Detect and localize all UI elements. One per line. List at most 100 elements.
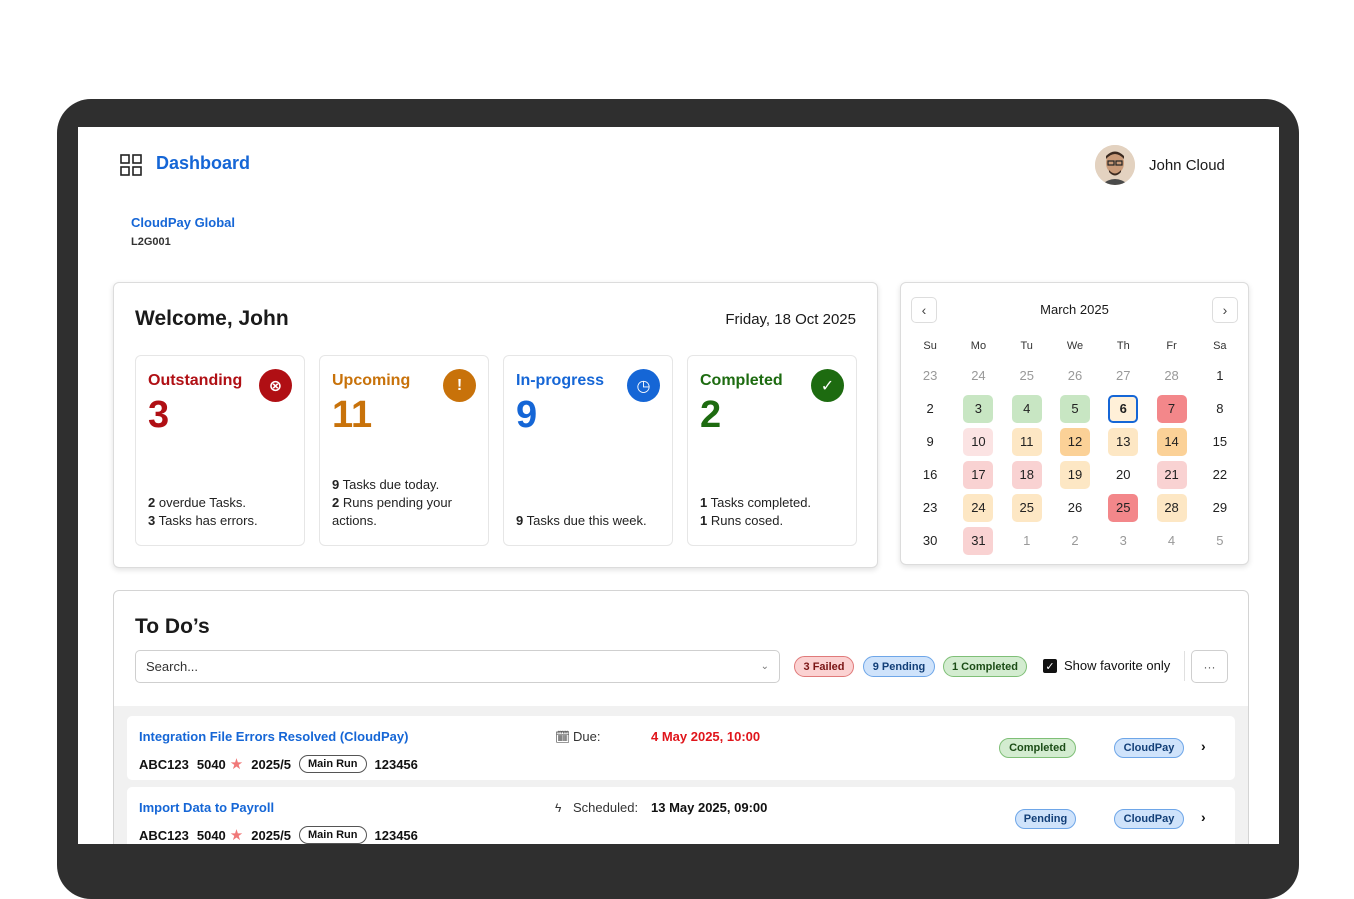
- calendar-week: 23 24 25 26 27 28 1: [906, 359, 1244, 392]
- org-name[interactable]: CloudPay Global: [131, 215, 235, 230]
- check-circle-icon: ✓: [811, 369, 844, 402]
- stat-line: 2 overdue Tasks.: [148, 494, 294, 512]
- calendar-cell: 25: [1003, 362, 1051, 390]
- calendar-day[interactable]: 24: [963, 494, 993, 522]
- calendar-day[interactable]: 21: [1157, 461, 1187, 489]
- calendar-cell: 1: [1003, 527, 1051, 555]
- task-number: 5040: [197, 757, 226, 772]
- calendar-day[interactable]: 25: [1012, 362, 1042, 390]
- calendar-day[interactable]: 16: [915, 461, 945, 489]
- calendar-cell: 1: [1196, 362, 1244, 390]
- calendar-day[interactable]: 22: [1205, 461, 1235, 489]
- todo-title: To Do’s: [135, 615, 210, 639]
- chevron-down-icon[interactable]: ⌄: [761, 661, 769, 672]
- favorite-checkbox[interactable]: ✓: [1043, 659, 1057, 673]
- stat-card-outstanding[interactable]: Outstanding3⊗2 overdue Tasks.3 Tasks has…: [135, 355, 305, 546]
- calendar-day[interactable]: 3: [963, 395, 993, 423]
- stat-count: 2: [700, 394, 721, 437]
- stat-line-text: Tasks has errors.: [155, 513, 257, 528]
- calendar-cell: 4: [1147, 527, 1195, 555]
- stat-title: Outstanding: [148, 372, 242, 390]
- calendar-cell: 24: [954, 362, 1002, 390]
- calendar-day[interactable]: 17: [963, 461, 993, 489]
- task-title[interactable]: Import Data to Payroll: [139, 800, 274, 815]
- filter-pending[interactable]: 9 Pending: [863, 656, 935, 677]
- calendar-day[interactable]: 13: [1108, 428, 1138, 456]
- calendar-cell: 29: [1196, 494, 1244, 522]
- stat-line: 3 Tasks has errors.: [148, 512, 294, 530]
- calendar-day[interactable]: 30: [915, 527, 945, 555]
- calendar-cell: 9: [906, 428, 954, 456]
- calendar-cell: 8: [1196, 395, 1244, 423]
- stat-line-text: Runs pending your actions.: [332, 495, 452, 528]
- calendar-day[interactable]: 10: [963, 428, 993, 456]
- calendar-day[interactable]: 8: [1205, 395, 1235, 423]
- calendar-day[interactable]: 19: [1060, 461, 1090, 489]
- calendar-cell: 2: [906, 395, 954, 423]
- calendar-day[interactable]: 4: [1012, 395, 1042, 423]
- grid-icon[interactable]: [120, 154, 142, 176]
- calendar-day[interactable]: 26: [1060, 494, 1090, 522]
- page-title[interactable]: Dashboard: [156, 153, 250, 174]
- calendar-day[interactable]: 28: [1157, 362, 1187, 390]
- calendar-day[interactable]: 2: [1060, 527, 1090, 555]
- calendar-day[interactable]: 1: [1012, 527, 1042, 555]
- calendar-day[interactable]: 29: [1205, 494, 1235, 522]
- calendar-day[interactable]: 7: [1157, 395, 1187, 423]
- chevron-right-icon[interactable]: ›: [1212, 297, 1238, 323]
- calendar-day[interactable]: 27: [1108, 362, 1138, 390]
- filter-failed[interactable]: 3 Failed: [794, 656, 854, 677]
- more-options-button[interactable]: ···: [1191, 650, 1228, 683]
- search-input[interactable]: Search... ⌄: [135, 650, 780, 683]
- stat-details: 9 Tasks due this week.: [516, 512, 662, 530]
- calendar-day[interactable]: 5: [1205, 527, 1235, 555]
- calendar-day[interactable]: 15: [1205, 428, 1235, 456]
- calendar-day[interactable]: 23: [915, 362, 945, 390]
- calendar-day[interactable]: 20: [1108, 461, 1138, 489]
- star-icon[interactable]: ★: [230, 826, 243, 844]
- search-placeholder: Search...: [146, 659, 198, 674]
- chevron-right-icon[interactable]: ›: [1201, 738, 1206, 754]
- calendar-day[interactable]: 23: [915, 494, 945, 522]
- stat-title: Upcoming: [332, 372, 410, 390]
- calendar-day[interactable]: 11: [1012, 428, 1042, 456]
- task-row[interactable]: Import Data to PayrollABC1235040★2025/5M…: [127, 787, 1235, 844]
- calendar-day[interactable]: 14: [1157, 428, 1187, 456]
- calendar-day[interactable]: 24: [963, 362, 993, 390]
- calendar-cell: 22: [1196, 461, 1244, 489]
- user-avatar[interactable]: [1095, 145, 1135, 185]
- weekday-label: Su: [906, 340, 954, 352]
- stat-card-in-progress[interactable]: In-progress9◷9 Tasks due this week.: [503, 355, 673, 546]
- calendar-day[interactable]: 12: [1060, 428, 1090, 456]
- task-row[interactable]: Integration File Errors Resolved (CloudP…: [127, 716, 1235, 780]
- star-icon[interactable]: ★: [230, 755, 243, 773]
- calendar-day[interactable]: 9: [915, 428, 945, 456]
- calendar-day[interactable]: 3: [1108, 527, 1138, 555]
- stat-card-upcoming[interactable]: Upcoming11!9 Tasks due today.2 Runs pend…: [319, 355, 489, 546]
- calendar-day[interactable]: 18: [1012, 461, 1042, 489]
- task-title[interactable]: Integration File Errors Resolved (CloudP…: [139, 729, 408, 744]
- chevron-right-icon[interactable]: ›: [1201, 809, 1206, 825]
- stat-card-completed[interactable]: Completed2✓1 Tasks completed.1 Runs cose…: [687, 355, 857, 546]
- favorite-label[interactable]: Show favorite only: [1064, 658, 1170, 673]
- calendar-cell: 3: [1099, 527, 1147, 555]
- calendar-day[interactable]: 26: [1060, 362, 1090, 390]
- calendar-week: 23 24 25 26 25 28 29: [906, 491, 1244, 524]
- calendar-day[interactable]: 25: [1108, 494, 1138, 522]
- calendar-day[interactable]: 2: [915, 395, 945, 423]
- calendar-cell: 17: [954, 461, 1002, 489]
- calendar-day[interactable]: 31: [963, 527, 993, 555]
- calendar-day[interactable]: 4: [1157, 527, 1187, 555]
- calendar-day[interactable]: 28: [1157, 494, 1187, 522]
- calendar-day[interactable]: 5: [1060, 395, 1090, 423]
- calendar-cell: 13: [1099, 428, 1147, 456]
- calendar-day[interactable]: 1: [1205, 362, 1235, 390]
- alert-circle-icon: !: [443, 369, 476, 402]
- calendar-day-today[interactable]: 6: [1108, 395, 1138, 423]
- todo-list: Integration File Errors Resolved (CloudP…: [114, 706, 1248, 844]
- calendar-day[interactable]: 25: [1012, 494, 1042, 522]
- filter-completed[interactable]: 1 Completed: [943, 656, 1027, 677]
- task-number: 5040: [197, 828, 226, 843]
- user-name[interactable]: John Cloud: [1149, 157, 1225, 174]
- stat-line: 9 Tasks due today.: [332, 476, 478, 494]
